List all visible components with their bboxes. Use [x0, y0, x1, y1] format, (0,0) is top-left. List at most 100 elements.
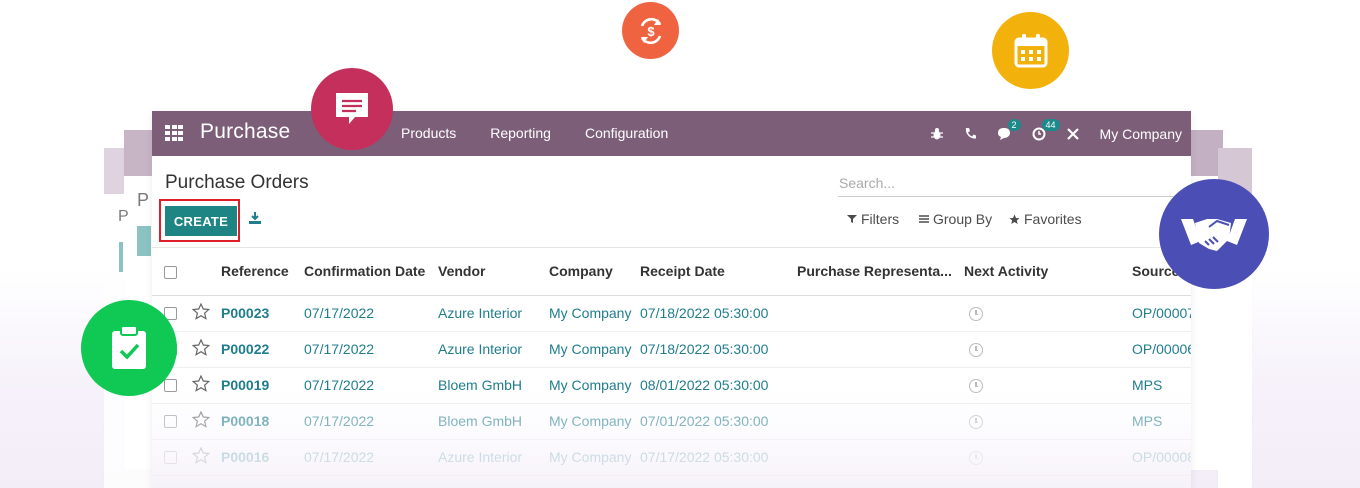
cell-receipt-date: 07/17/2022 05:30:00 — [640, 439, 797, 476]
select-all-cell — [152, 248, 221, 296]
create-button[interactable]: CREATE — [165, 206, 237, 236]
phone-icon[interactable] — [954, 111, 988, 156]
search-bar — [838, 171, 1191, 197]
tools-icon[interactable] — [1056, 111, 1090, 156]
clipboard-check-icon — [112, 325, 146, 369]
cell-vendor[interactable]: Azure Interior — [438, 439, 549, 476]
star-icon[interactable] — [191, 446, 211, 467]
cell-company[interactable]: My Company — [549, 331, 640, 368]
column-purchase-representative[interactable]: Purchase Representa... — [797, 248, 964, 296]
row-select-cell — [152, 439, 221, 476]
column-vendor[interactable]: Vendor — [438, 248, 549, 296]
main-menu: Products Reporting Configuration — [401, 125, 702, 141]
background-button — [137, 226, 151, 256]
menu-item-configuration[interactable]: Configuration — [585, 125, 668, 141]
row-select-cell — [152, 403, 221, 440]
cell-confirmation-date: 07/17/2022 — [304, 439, 438, 476]
cell-confirmation-date: 07/17/2022 — [304, 331, 438, 368]
control-panel: Purchase Orders CREATE Filters Group By … — [152, 156, 1191, 248]
column-next-activity[interactable]: Next Activity — [964, 248, 1132, 296]
row-checkbox[interactable] — [164, 378, 177, 392]
table-row[interactable]: P00019 07/17/2022 Bloem GmbH My Company … — [152, 367, 1191, 404]
group-by-icon — [919, 215, 929, 223]
cell-company[interactable]: My Company — [549, 295, 640, 332]
clock-icon[interactable] — [969, 451, 983, 466]
select-all-checkbox[interactable] — [164, 266, 177, 280]
table-row[interactable]: P00022 07/17/2022 Azure Interior My Comp… — [152, 331, 1191, 368]
menu-item-products[interactable]: Products — [401, 125, 456, 141]
activity-icon[interactable]: 44 — [1022, 111, 1060, 156]
table-row[interactable]: P00023 07/17/2022 Azure Interior My Comp… — [152, 295, 1191, 332]
cell-source: OP/00007 — [1132, 295, 1191, 332]
handshake-icon — [1181, 219, 1247, 251]
purchase-orders-table: Reference Confirmation Date Vendor Compa… — [152, 248, 1191, 476]
table-row[interactable]: P00016 07/17/2022 Azure Interior My Comp… — [152, 439, 1191, 476]
cell-confirmation-date: 07/17/2022 — [304, 367, 438, 404]
cell-purchase-representative — [797, 439, 964, 476]
clock-icon[interactable] — [969, 343, 983, 358]
cell-receipt-date: 07/01/2022 05:30:00 — [640, 403, 797, 440]
background-title-letter: P — [137, 190, 150, 210]
clock-icon[interactable] — [969, 307, 983, 322]
chat-badge: 2 — [1007, 119, 1021, 131]
cell-vendor[interactable]: Bloem GmbH — [438, 367, 549, 404]
cell-purchase-representative — [797, 367, 964, 404]
cell-source: MPS — [1132, 367, 1191, 404]
background-title-letter: P — [118, 208, 129, 225]
group-by-label: Group By — [933, 211, 993, 227]
download-icon[interactable] — [248, 211, 262, 225]
handshake-circle — [1159, 179, 1269, 289]
chat-icon — [336, 93, 368, 124]
filters-label: Filters — [861, 211, 900, 227]
column-company[interactable]: Company — [549, 248, 640, 296]
star-icon[interactable] — [191, 410, 211, 431]
cell-reference[interactable]: P00019 — [221, 367, 304, 404]
star-icon[interactable] — [191, 302, 211, 323]
cell-reference[interactable]: P00016 — [221, 439, 304, 476]
star-icon[interactable] — [191, 374, 211, 395]
cell-vendor[interactable]: Azure Interior — [438, 295, 549, 332]
cell-company[interactable]: My Company — [549, 367, 640, 404]
cell-company[interactable]: My Company — [549, 439, 640, 476]
cell-vendor[interactable]: Bloem GmbH — [438, 403, 549, 440]
debug-icon[interactable] — [920, 111, 954, 156]
chat-icon[interactable]: 2 — [988, 111, 1022, 156]
menu-item-reporting[interactable]: Reporting — [490, 125, 551, 141]
clock-icon[interactable] — [969, 379, 983, 394]
cell-next-activity — [964, 295, 1132, 332]
cell-receipt-date: 08/01/2022 05:30:00 — [640, 367, 797, 404]
cell-purchase-representative — [797, 295, 964, 332]
row-checkbox[interactable] — [164, 414, 177, 428]
filters-dropdown[interactable]: Filters — [847, 211, 899, 227]
cell-vendor[interactable]: Azure Interior — [438, 331, 549, 368]
cell-reference[interactable]: P00018 — [221, 403, 304, 440]
cell-receipt-date: 07/18/2022 05:30:00 — [640, 331, 797, 368]
column-confirmation-date[interactable]: Confirmation Date — [304, 248, 438, 296]
table-row[interactable]: P00018 07/17/2022 Bloem GmbH My Company … — [152, 403, 1191, 440]
company-switcher[interactable]: My Company — [1100, 126, 1182, 142]
cell-next-activity — [964, 403, 1132, 440]
cell-source: MPS — [1132, 403, 1191, 440]
group-by-dropdown[interactable]: Group By — [919, 211, 992, 227]
apps-menu-icon[interactable] — [165, 125, 183, 141]
app-title[interactable]: Purchase — [200, 120, 290, 144]
purchase-window: Purchase Products Reporting Configuratio… — [152, 111, 1191, 488]
cell-next-activity — [964, 367, 1132, 404]
column-receipt-date[interactable]: Receipt Date — [640, 248, 797, 296]
cell-reference[interactable]: P00023 — [221, 295, 304, 332]
favorites-label: Favorites — [1024, 211, 1082, 227]
cell-purchase-representative — [797, 331, 964, 368]
favorites-dropdown[interactable]: Favorites — [1009, 211, 1082, 227]
svg-text:$: $ — [647, 24, 655, 39]
star-icon[interactable] — [191, 338, 211, 359]
column-reference[interactable]: Reference — [221, 248, 304, 296]
clock-icon[interactable] — [969, 415, 983, 430]
row-checkbox[interactable] — [164, 450, 177, 464]
cell-reference[interactable]: P00022 — [221, 331, 304, 368]
search-input[interactable] — [838, 171, 1191, 195]
table-header-row: Reference Confirmation Date Vendor Compa… — [152, 248, 1191, 296]
page-title: Purchase Orders — [165, 172, 309, 193]
calendar-icon — [1014, 33, 1047, 67]
cell-company[interactable]: My Company — [549, 403, 640, 440]
top-navbar: Purchase Products Reporting Configuratio… — [152, 111, 1191, 156]
